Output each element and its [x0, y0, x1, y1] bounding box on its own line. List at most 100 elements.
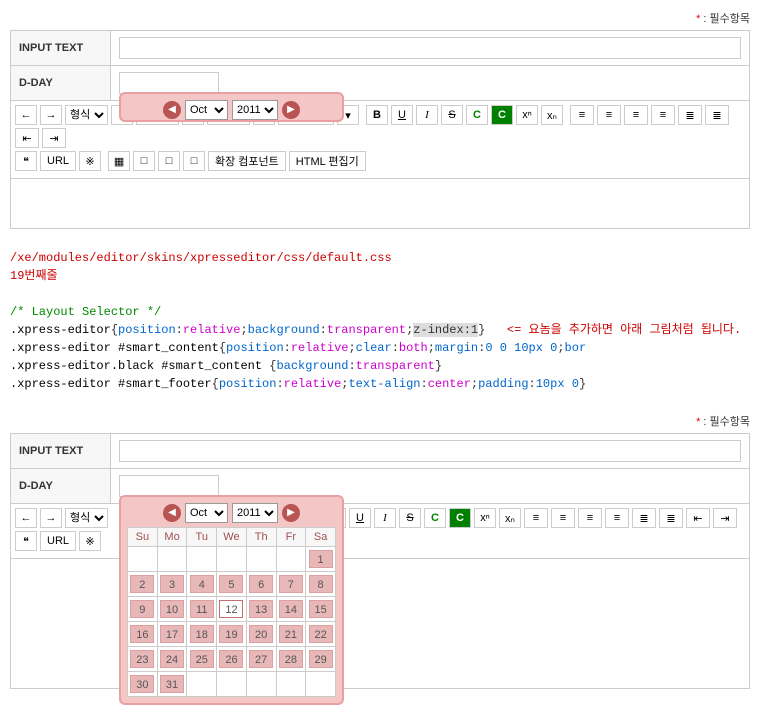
- calendar-day[interactable]: 7: [276, 572, 306, 597]
- indent-icon[interactable]: ⇥: [713, 508, 737, 528]
- list-ul-icon[interactable]: ≣: [705, 105, 729, 125]
- editor-body[interactable]: [10, 179, 750, 229]
- dow-header: Sa: [306, 528, 336, 547]
- underline-button[interactable]: U: [391, 105, 413, 125]
- calendar-day[interactable]: 15: [306, 597, 336, 622]
- calendar-day[interactable]: 19: [217, 622, 247, 647]
- calendar-day[interactable]: 29: [306, 647, 336, 672]
- list-ol-icon[interactable]: ≣: [678, 105, 702, 125]
- calendar-day[interactable]: 3: [157, 572, 187, 597]
- month-select[interactable]: JanFebMarAprMayJunJulAugSepOctNovDec: [185, 503, 228, 523]
- redo-button[interactable]: →: [40, 508, 62, 528]
- fontcolor-button[interactable]: C: [466, 105, 488, 125]
- calendar-day[interactable]: 17: [157, 622, 187, 647]
- special-char-button[interactable]: ※: [79, 531, 101, 551]
- dday-field[interactable]: [119, 72, 219, 94]
- dday-field[interactable]: [119, 475, 219, 497]
- superscript-button[interactable]: xⁿ: [516, 105, 538, 125]
- box3-icon[interactable]: □: [183, 151, 205, 171]
- dday-label: D-DAY: [11, 469, 111, 504]
- calendar-day[interactable]: 1: [306, 547, 336, 572]
- indent-icon[interactable]: ⇥: [42, 128, 66, 148]
- redo-button[interactable]: →: [40, 105, 62, 125]
- year-select[interactable]: 2011: [232, 100, 278, 120]
- superscript-button[interactable]: xⁿ: [474, 508, 496, 528]
- calendar-day[interactable]: 14: [276, 597, 306, 622]
- list-ul-icon[interactable]: ≣: [659, 508, 683, 528]
- input-text-field[interactable]: [119, 37, 741, 59]
- align-justify-icon[interactable]: ≡: [605, 508, 629, 528]
- italic-button[interactable]: I: [374, 508, 396, 528]
- special-char-button[interactable]: ※: [79, 151, 101, 171]
- calendar-day[interactable]: 9: [128, 597, 158, 622]
- bgcolor-button[interactable]: C: [491, 105, 513, 125]
- format-select[interactable]: 형식: [65, 508, 108, 528]
- calendar-day[interactable]: 20: [246, 622, 276, 647]
- align-right-icon[interactable]: ≡: [624, 105, 648, 125]
- calendar-day[interactable]: 22: [306, 622, 336, 647]
- calendar-day[interactable]: 8: [306, 572, 336, 597]
- table-icon[interactable]: ▦: [108, 151, 130, 171]
- input-text-field[interactable]: [119, 440, 741, 462]
- calendar-day[interactable]: 16: [128, 622, 158, 647]
- strike-button[interactable]: S: [441, 105, 463, 125]
- outdent-icon[interactable]: ⇤: [15, 128, 39, 148]
- subscript-button[interactable]: xₙ: [499, 508, 521, 528]
- calendar-day[interactable]: 11: [187, 597, 217, 622]
- align-left-icon[interactable]: ≡: [570, 105, 594, 125]
- calendar-day[interactable]: 30: [128, 672, 158, 697]
- box1-icon[interactable]: □: [133, 151, 155, 171]
- code-line-4: .xpress-editor #smart_footer{position:re…: [10, 375, 750, 393]
- quote-button[interactable]: ❝: [15, 531, 37, 551]
- calendar-day[interactable]: 23: [128, 647, 158, 672]
- outdent-icon[interactable]: ⇤: [686, 508, 710, 528]
- datepicker-clipped: ◀ JanFebMarAprMayJunJulAugSepOctNovDec 2…: [119, 92, 344, 122]
- underline-button[interactable]: U: [349, 508, 371, 528]
- dday-label: D-DAY: [11, 66, 111, 101]
- calendar-day[interactable]: 5: [217, 572, 247, 597]
- bold-button[interactable]: B: [366, 105, 388, 125]
- html-editor-button[interactable]: HTML 편집기: [289, 151, 366, 171]
- calendar-day[interactable]: 18: [187, 622, 217, 647]
- code-line-3: .xpress-editor.black #smart_content {bac…: [10, 357, 750, 375]
- calendar-day[interactable]: 10: [157, 597, 187, 622]
- prev-month-icon[interactable]: ◀: [163, 504, 181, 522]
- format-select[interactable]: 형식: [65, 105, 108, 125]
- list-ol-icon[interactable]: ≣: [632, 508, 656, 528]
- month-select[interactable]: JanFebMarAprMayJunJulAugSepOctNovDec: [185, 100, 228, 120]
- undo-button[interactable]: ←: [15, 508, 37, 528]
- undo-button[interactable]: ←: [15, 105, 37, 125]
- year-select[interactable]: 2011: [232, 503, 278, 523]
- expand-component-button[interactable]: 확장 컴포넌트: [208, 151, 286, 171]
- url-button[interactable]: URL: [40, 151, 76, 171]
- url-button[interactable]: URL: [40, 531, 76, 551]
- calendar-day[interactable]: 27: [246, 647, 276, 672]
- calendar-day[interactable]: 21: [276, 622, 306, 647]
- italic-button[interactable]: I: [416, 105, 438, 125]
- calendar-day[interactable]: 24: [157, 647, 187, 672]
- subscript-button[interactable]: xₙ: [541, 105, 563, 125]
- next-month-icon[interactable]: ▶: [282, 504, 300, 522]
- calendar-day[interactable]: 28: [276, 647, 306, 672]
- calendar-day[interactable]: 31: [157, 672, 187, 697]
- calendar-day[interactable]: 13: [246, 597, 276, 622]
- next-month-icon[interactable]: ▶: [282, 101, 300, 119]
- align-center-icon[interactable]: ≡: [597, 105, 621, 125]
- calendar-day[interactable]: 2: [128, 572, 158, 597]
- prev-month-icon[interactable]: ◀: [163, 101, 181, 119]
- align-center-icon[interactable]: ≡: [551, 508, 575, 528]
- calendar-day[interactable]: 25: [187, 647, 217, 672]
- align-left-icon[interactable]: ≡: [524, 508, 548, 528]
- calendar-day[interactable]: 12: [217, 597, 247, 622]
- bgcolor-button[interactable]: C: [449, 508, 471, 528]
- form-table: INPUT TEXT D-DAY ◀ JanFebMarAprMayJunJul…: [10, 30, 750, 101]
- strike-button[interactable]: S: [399, 508, 421, 528]
- calendar-day[interactable]: 4: [187, 572, 217, 597]
- calendar-day[interactable]: 6: [246, 572, 276, 597]
- align-justify-icon[interactable]: ≡: [651, 105, 675, 125]
- quote-button[interactable]: ❝: [15, 151, 37, 171]
- box2-icon[interactable]: □: [158, 151, 180, 171]
- calendar-day[interactable]: 26: [217, 647, 247, 672]
- align-right-icon[interactable]: ≡: [578, 508, 602, 528]
- fontcolor-button[interactable]: C: [424, 508, 446, 528]
